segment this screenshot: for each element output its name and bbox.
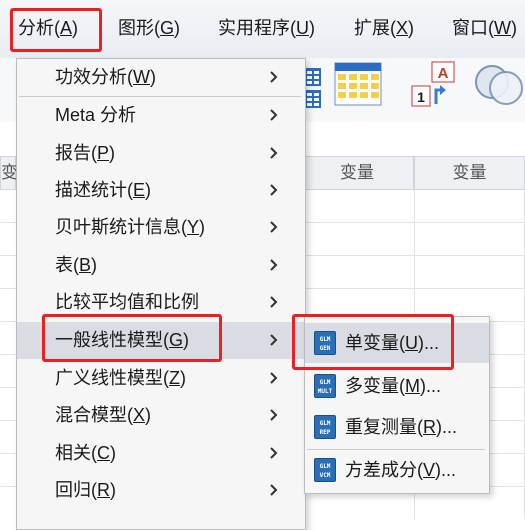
svg-text:1: 1 <box>417 89 425 105</box>
value-labels-icon[interactable]: A 1 <box>410 60 464 108</box>
submenu-item-repeated-measures[interactable]: GLM REP 重复测量(R)... <box>305 407 489 447</box>
menu-item-power-analysis[interactable]: 功效分析(W) <box>17 59 305 96</box>
menu-item-correlate[interactable]: 相关(C) <box>17 435 305 472</box>
circles-icon[interactable] <box>470 60 525 106</box>
menu-item-mixed-models[interactable]: 混合模型(X) <box>17 397 305 434</box>
chevron-right-icon <box>270 409 278 421</box>
menu-item-compare-means[interactable]: 比较平均值和比例 <box>17 284 305 321</box>
svg-text:A: A <box>438 65 449 82</box>
submenu-item-multivariate[interactable]: GLM MULT 多变量(M)... <box>305 366 489 406</box>
grid-header-cut: 变 <box>0 156 18 190</box>
menu-extensions[interactable]: 扩展(X) <box>354 16 414 40</box>
menu-utilities[interactable]: 实用程序(U) <box>218 16 315 40</box>
menu-window[interactable]: 窗口(W) <box>452 16 517 40</box>
menu-item-bayesian-statistics[interactable]: 贝叶斯统计信息(Y) <box>17 209 305 246</box>
chevron-right-icon <box>270 296 278 308</box>
chevron-right-icon <box>270 447 278 459</box>
spreadsheet-icon[interactable] <box>334 62 382 106</box>
chevron-right-icon <box>270 259 278 271</box>
chevron-right-icon <box>270 221 278 233</box>
menu-item-tables[interactable]: 表(B) <box>17 247 305 284</box>
menu-graphs[interactable]: 图形(G) <box>118 16 180 40</box>
chevron-right-icon <box>270 71 278 83</box>
menu-item-descriptive-statistics[interactable]: 描述统计(E) <box>17 172 305 209</box>
menu-item-generalized-linear-models[interactable]: 广义线性模型(Z) <box>17 360 305 397</box>
chevron-right-icon <box>270 147 278 159</box>
menu-analyze[interactable]: 分析(A) <box>18 16 78 40</box>
chevron-right-icon <box>270 334 278 346</box>
glm-univariate-icon: GLM GEN <box>314 331 336 355</box>
menu-item-reports[interactable]: 报告(P) <box>17 135 305 172</box>
glm-repeated-measures-icon: GLM REP <box>314 415 336 439</box>
grid-header-variable-2[interactable]: 变量 <box>414 156 525 190</box>
submenu-item-variance-components[interactable]: GLM VCM 方差成分(V)... <box>305 450 489 490</box>
submenu-item-univariate[interactable]: GLM GEN 单变量(U)... <box>305 323 489 363</box>
grid-header-variable-1[interactable]: 变量 <box>300 156 414 190</box>
table-icon[interactable] <box>304 66 322 108</box>
menu-item-regression[interactable]: 回归(R) <box>17 472 305 509</box>
analyze-dropdown-menu: 功效分析(W) Meta 分析 报告(P) 描述统计(E) 贝叶斯统计信息(Y)… <box>16 58 306 530</box>
chevron-right-icon <box>270 109 278 121</box>
glm-variance-components-icon: GLM VCM <box>314 458 336 482</box>
chevron-right-icon <box>270 184 278 196</box>
menu-item-meta-analysis[interactable]: Meta 分析 <box>17 97 305 134</box>
general-linear-model-submenu: GLM GEN 单变量(U)... GLM MULT 多变量(M)... GLM… <box>304 316 490 494</box>
glm-multivariate-icon: GLM MULT <box>314 374 336 398</box>
chevron-right-icon <box>270 372 278 384</box>
menu-item-general-linear-model[interactable]: 一般线性模型(G) <box>17 322 305 359</box>
chevron-right-icon <box>270 484 278 496</box>
menu-bar: 分析(A) 图形(G) 实用程序(U) 扩展(X) 窗口(W) <box>0 0 525 59</box>
